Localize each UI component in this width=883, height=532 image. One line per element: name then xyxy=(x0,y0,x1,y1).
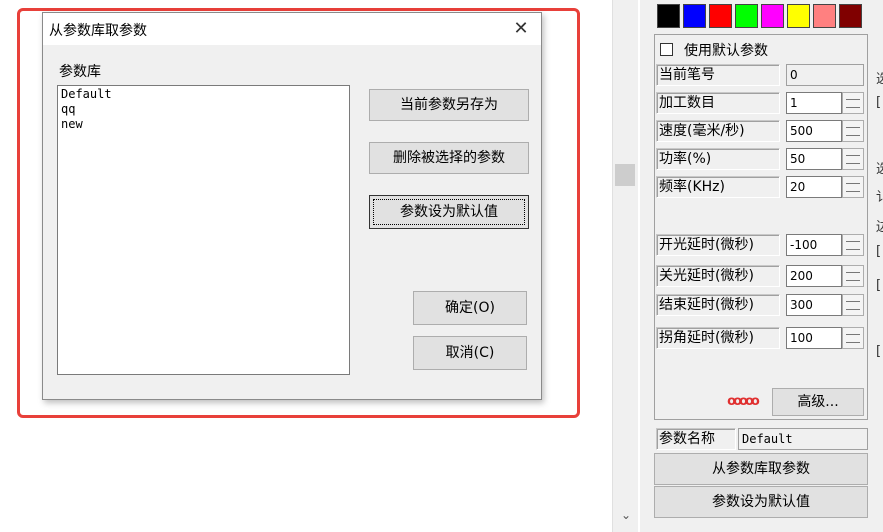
advanced-label: 高级... xyxy=(797,394,839,410)
cancel-label: 取消(C) xyxy=(445,345,495,361)
on-delay-label: 开光延时(微秒) xyxy=(656,234,780,256)
on-delay-input[interactable]: -100 xyxy=(786,234,842,256)
delete-selected-button[interactable]: 删除被选择的参数 xyxy=(369,142,529,174)
edge-glyph: [ xyxy=(876,244,882,259)
edge-glyph: 选 xyxy=(876,162,883,177)
ok-button[interactable]: 确定(O) xyxy=(413,291,527,325)
vertical-scrollbar[interactable] xyxy=(612,0,638,532)
delete-label: 删除被选择的参数 xyxy=(393,150,505,166)
off-delay-input[interactable]: 200 xyxy=(786,265,842,287)
save-as-label: 当前参数另存为 xyxy=(400,97,498,113)
color-swatch[interactable] xyxy=(761,4,784,28)
power-spinner[interactable] xyxy=(842,148,864,170)
current-pen-label: 当前笔号 xyxy=(656,64,780,86)
edge-glyph: [ xyxy=(876,278,882,293)
scrollbar-thumb[interactable] xyxy=(615,164,635,186)
set-default-label: 参数设为默认值 xyxy=(400,204,498,220)
off-delay-label: 关光延时(微秒) xyxy=(656,265,780,287)
use-default-label: 使用默认参数 xyxy=(684,43,768,59)
speed-spinner[interactable] xyxy=(842,120,864,142)
frequency-label: 频率(KHz) xyxy=(656,176,780,198)
rings-icon[interactable]: ooooo xyxy=(722,392,762,412)
color-swatch[interactable] xyxy=(657,4,680,28)
ok-label: 确定(O) xyxy=(445,300,495,316)
param-name-label: 参数名称 xyxy=(656,428,736,450)
color-swatch[interactable] xyxy=(839,4,862,28)
end-delay-spinner[interactable] xyxy=(842,294,864,316)
color-swatch[interactable] xyxy=(735,4,758,28)
dialog-titlebar[interactable]: 从参数库取参数 ✕ xyxy=(43,13,541,45)
speed-label: 速度(毫米/秒) xyxy=(656,120,780,142)
chevron-down-icon[interactable]: ⌄ xyxy=(617,508,635,526)
process-count-input[interactable]: 1 xyxy=(786,92,842,114)
off-delay-spinner[interactable] xyxy=(842,265,864,287)
use-default-checkbox[interactable] xyxy=(660,43,673,56)
end-delay-input[interactable]: 300 xyxy=(786,294,842,316)
edge-glyph: [ xyxy=(876,344,882,359)
frequency-spinner[interactable] xyxy=(842,176,864,198)
corner-delay-input[interactable]: 100 xyxy=(786,327,842,349)
on-delay-spinner[interactable] xyxy=(842,234,864,256)
param-name-value: Default xyxy=(738,428,868,450)
color-swatch[interactable] xyxy=(709,4,732,28)
color-swatch[interactable] xyxy=(683,4,706,28)
color-swatch[interactable] xyxy=(813,4,836,28)
end-delay-label: 结束延时(微秒) xyxy=(656,294,780,316)
process-count-spinner[interactable] xyxy=(842,92,864,114)
color-swatch[interactable] xyxy=(787,4,810,28)
corner-delay-label: 拐角延时(微秒) xyxy=(656,327,780,349)
edge-glyph: 边 xyxy=(876,220,883,235)
frequency-input[interactable]: 20 xyxy=(786,176,842,198)
set-as-default-button[interactable]: 参数设为默认值 xyxy=(654,486,868,518)
process-count-label: 加工数目 xyxy=(656,92,780,114)
power-input[interactable]: 50 xyxy=(786,148,842,170)
library-listbox[interactable]: Default qq new xyxy=(57,85,350,375)
corner-delay-spinner[interactable] xyxy=(842,327,864,349)
edge-glyph: [ xyxy=(876,95,882,110)
set-default-button[interactable]: 参数设为默认值 xyxy=(369,195,529,229)
edge-glyph: 选 xyxy=(876,72,883,87)
list-item[interactable]: Default xyxy=(61,87,346,102)
power-label: 功率(%) xyxy=(656,148,780,170)
advanced-button[interactable]: 高级... xyxy=(772,388,864,416)
cancel-button[interactable]: 取消(C) xyxy=(413,336,527,370)
save-as-button[interactable]: 当前参数另存为 xyxy=(369,89,529,121)
edge-glyph: 讠 xyxy=(876,190,883,205)
load-from-library-label: 从参数库取参数 xyxy=(712,461,810,477)
dialog-title: 从参数库取参数 xyxy=(49,23,147,39)
load-params-dialog: 从参数库取参数 ✕ 参数库 Default qq new 当前参数另存为 删除被… xyxy=(42,12,542,400)
load-from-library-button[interactable]: 从参数库取参数 xyxy=(654,453,868,485)
set-as-default-label: 参数设为默认值 xyxy=(712,494,810,510)
list-item[interactable]: qq xyxy=(61,102,346,117)
speed-input[interactable]: 500 xyxy=(786,120,842,142)
library-label: 参数库 xyxy=(59,64,101,80)
close-icon[interactable]: ✕ xyxy=(505,15,537,43)
list-item[interactable]: new xyxy=(61,117,346,132)
current-pen-value: 0 xyxy=(786,64,864,86)
